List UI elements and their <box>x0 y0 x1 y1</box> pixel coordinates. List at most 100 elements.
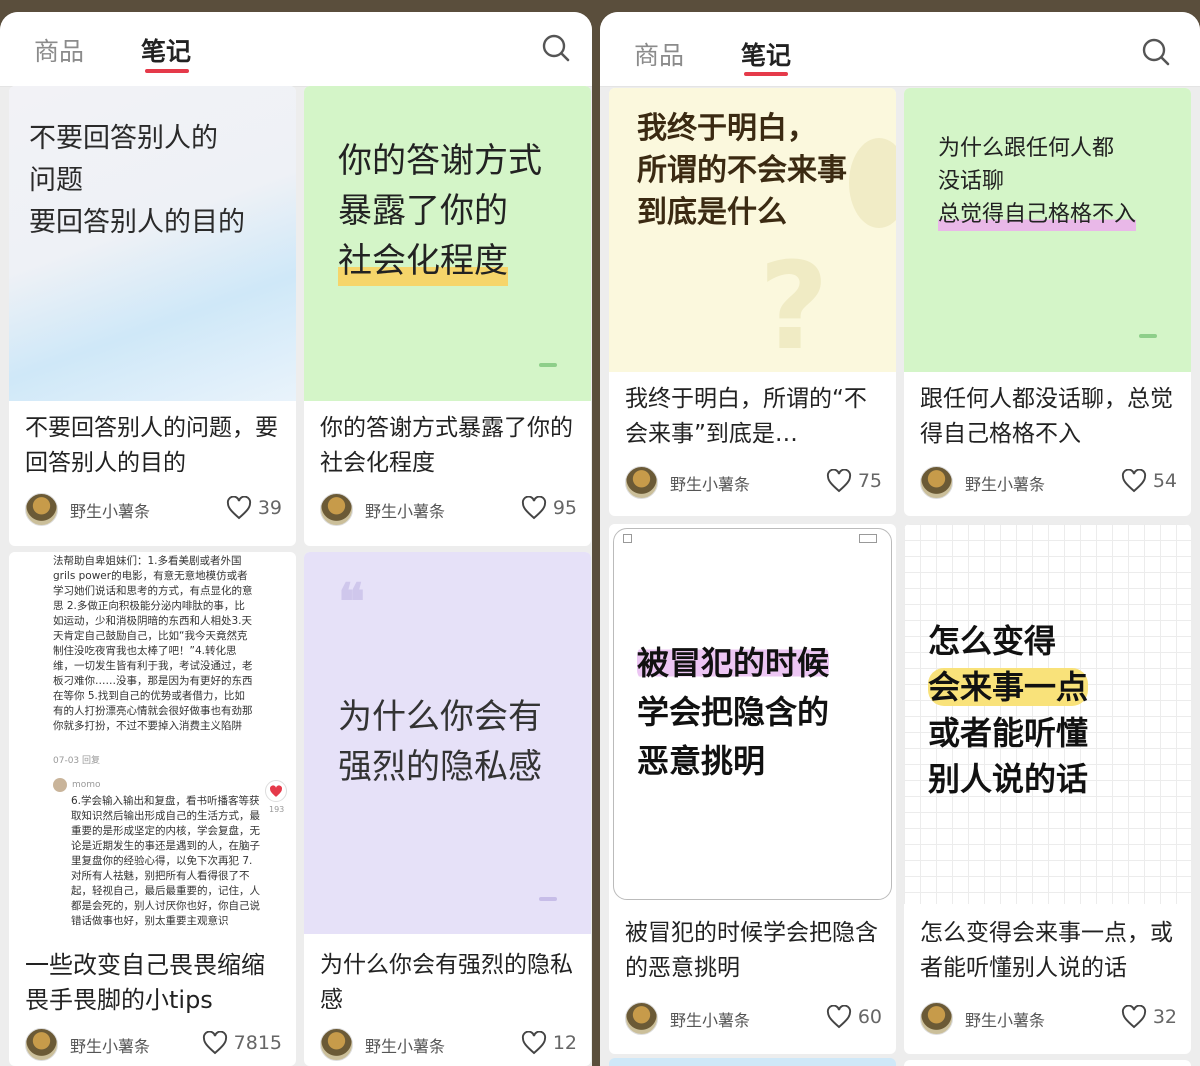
comment-text: 6.学会输入输出和复盘，看书听播客等获取知识然后输出形成自己的生活方式，最重要的… <box>71 795 260 927</box>
note-title: 一些改变自己畏畏缩缩畏手畏脚的小tips <box>25 951 265 1014</box>
tab-notes[interactable]: 笔记 <box>141 32 191 68</box>
author[interactable]: 野生小薯条 <box>625 1002 750 1035</box>
tab-products[interactable]: 商品 <box>634 36 684 72</box>
search-icon[interactable] <box>1142 38 1170 66</box>
author[interactable]: 野生小薯条 <box>920 1002 1045 1035</box>
author-name: 野生小薯条 <box>365 1036 446 1056</box>
heart-outline-icon <box>226 496 251 520</box>
like-button[interactable]: 54 <box>1121 469 1177 493</box>
heart-outline-icon <box>1121 1005 1146 1029</box>
heart-filled-icon <box>270 785 282 797</box>
note-title: 跟任何人都没话聊，总觉得自己格格不入 <box>920 386 1173 447</box>
comment-meta: 07-03 回复 <box>53 756 101 766</box>
author-name: 野生小薯条 <box>965 1010 1046 1030</box>
top-tab-bar: 商品 笔记 <box>600 12 1200 87</box>
comment-like-count: 193 <box>269 805 285 814</box>
heart-outline-icon <box>826 1005 851 1029</box>
cover-text: 被冒犯的时候 学会把隐含的 恶意挑明 <box>637 644 830 780</box>
feed-panel-right: 商品 笔记 ? 我终于明白， 所谓的不会来事 到底是什么 我终于明白，所谓的“不… <box>600 12 1200 1066</box>
frame-marker <box>859 534 877 543</box>
author-name: 野生小薯条 <box>670 1010 751 1030</box>
note-cover: 你的答谢方式 暴露了你的 社会化程度 <box>304 86 591 401</box>
note-card[interactable]: 法帮助自卑姐妹们：1.多看美剧或者外国grils power的电影，有意无意地模… <box>9 552 296 1066</box>
like-count: 39 <box>257 497 282 519</box>
like-count: 12 <box>552 1032 577 1054</box>
tab-products[interactable]: 商品 <box>34 32 84 68</box>
note-title: 怎么变得会来事一点，或者能听懂别人说的话 <box>920 920 1173 981</box>
note-card[interactable]: 不要回答别人的 问题 要回答别人的目的 不要回答别人的问题，要回答别人的目的 野… <box>9 86 296 546</box>
heart-outline-icon <box>826 469 851 493</box>
cover-text: 为什么你会有 强烈的隐私感 <box>338 697 542 787</box>
note-cover: 为什么跟任何人都 没话聊 总觉得自己格格不入 <box>904 88 1191 372</box>
author-name: 野生小薯条 <box>70 501 151 521</box>
like-count: 75 <box>857 470 882 492</box>
cover-dash <box>539 897 557 901</box>
cover-blob <box>849 138 896 228</box>
note-cover: 不要回答别人的 问题 要回答别人的目的 <box>9 86 296 401</box>
note-card[interactable]: ? 我终于明白， 所谓的不会来事 到底是什么 我终于明白，所谓的“不会来事”到底… <box>609 88 896 516</box>
avatar <box>920 466 953 499</box>
like-count: 7815 <box>233 1032 282 1054</box>
author[interactable]: 野生小薯条 <box>25 493 150 526</box>
note-card[interactable]: 怎么变得 会来事一点 或者能听懂 别人说的话 怎么变得会来事一点，或者能听懂别人… <box>904 524 1191 1054</box>
commenter-avatar <box>53 778 67 792</box>
active-tab-indicator <box>145 69 189 73</box>
author[interactable]: 野生小薯条 <box>25 1028 150 1061</box>
note-card[interactable]: 被冒犯的时候 学会把隐含的 恶意挑明 被冒犯的时候学会把隐含的恶意挑明 野生小薯… <box>609 524 896 1054</box>
frame-marker <box>623 534 632 543</box>
like-button[interactable]: 32 <box>1121 1005 1177 1029</box>
note-title: 不要回答别人的问题，要回答别人的目的 <box>25 415 278 476</box>
quote-mark-icon: ❝ <box>338 572 365 631</box>
note-cover: ? 我终于明白， 所谓的不会来事 到底是什么 <box>609 88 896 377</box>
note-title: 你的答谢方式暴露了你的社会化程度 <box>320 415 573 476</box>
note-cover: 怎么变得 会来事一点 或者能听懂 别人说的话 <box>904 524 1191 904</box>
cover-text: 你的答谢方式 暴露了你的 社会化程度 <box>338 136 542 286</box>
like-button[interactable]: 12 <box>521 1031 577 1055</box>
author[interactable]: 野生小薯条 <box>920 466 1045 499</box>
like-button[interactable]: 39 <box>226 496 282 520</box>
note-card[interactable]: ❝ 为什么你会有 强烈的隐私感 为什么你会有强烈的隐私感 野生小薯条 12 <box>304 552 591 1066</box>
avatar <box>920 1002 953 1035</box>
avatar <box>25 1028 58 1061</box>
tab-notes[interactable]: 笔记 <box>741 36 791 72</box>
note-title: 我终于明白，所谓的“不会来事”到底是… <box>625 386 867 447</box>
note-card[interactable]: 你的答谢方式 暴露了你的 社会化程度 你的答谢方式暴露了你的社会化程度 野生小薯… <box>304 86 591 546</box>
author[interactable]: 野生小薯条 <box>320 493 445 526</box>
cover-dash <box>1139 334 1157 338</box>
avatar <box>625 466 658 499</box>
top-tab-bar: 商品 笔记 <box>0 12 592 87</box>
active-tab-indicator <box>744 72 788 76</box>
like-button[interactable]: 95 <box>521 496 577 520</box>
note-title: 为什么你会有强烈的隐私感 <box>320 952 573 1013</box>
commenter-name: momo <box>72 780 101 790</box>
author-name: 野生小薯条 <box>365 501 446 521</box>
like-button[interactable]: 75 <box>826 469 882 493</box>
feed-panel-left: 商品 笔记 不要回答别人的 问题 要回答别人的目的 不要回答别人的问题，要回答别… <box>0 12 592 1066</box>
author-name: 野生小薯条 <box>70 1036 151 1056</box>
note-cover: ❝ 为什么你会有 强烈的隐私感 <box>304 552 591 934</box>
search-icon[interactable] <box>542 34 570 62</box>
comment-like-button[interactable] <box>265 780 287 802</box>
next-note-card-peek[interactable] <box>904 1060 1191 1066</box>
cover-text: 我终于明白， 所谓的不会来事 到底是什么 <box>637 111 847 230</box>
author[interactable]: 野生小薯条 <box>625 466 750 499</box>
next-note-card-peek[interactable] <box>609 1058 896 1066</box>
author[interactable]: 野生小薯条 <box>320 1028 445 1061</box>
comment-text: 法帮助自卑姐妹们：1.多看美剧或者外国grils power的电影，有意无意地模… <box>53 555 253 732</box>
question-mark-decoration: ? <box>759 238 829 377</box>
cover-text: 不要回答别人的 问题 要回答别人的目的 <box>29 123 245 238</box>
heart-outline-icon <box>202 1031 227 1055</box>
avatar <box>625 1002 658 1035</box>
avatar <box>320 1028 353 1061</box>
like-button[interactable]: 60 <box>826 1005 882 1029</box>
note-card[interactable]: 为什么跟任何人都 没话聊 总觉得自己格格不入 跟任何人都没话聊，总觉得自己格格不… <box>904 88 1191 516</box>
cover-dash <box>539 363 557 367</box>
like-button[interactable]: 7815 <box>202 1031 282 1055</box>
cover-text: 怎么变得 会来事一点 或者能听懂 别人说的话 <box>928 622 1089 798</box>
note-title: 被冒犯的时候学会把隐含的恶意挑明 <box>625 920 878 981</box>
author-name: 野生小薯条 <box>670 474 751 494</box>
like-count: 54 <box>1152 470 1177 492</box>
note-cover: 法帮助自卑姐妹们：1.多看美剧或者外国grils power的电影，有意无意地模… <box>9 552 296 934</box>
note-cover: 被冒犯的时候 学会把隐含的 恶意挑明 <box>609 524 896 904</box>
heart-outline-icon <box>1121 469 1146 493</box>
